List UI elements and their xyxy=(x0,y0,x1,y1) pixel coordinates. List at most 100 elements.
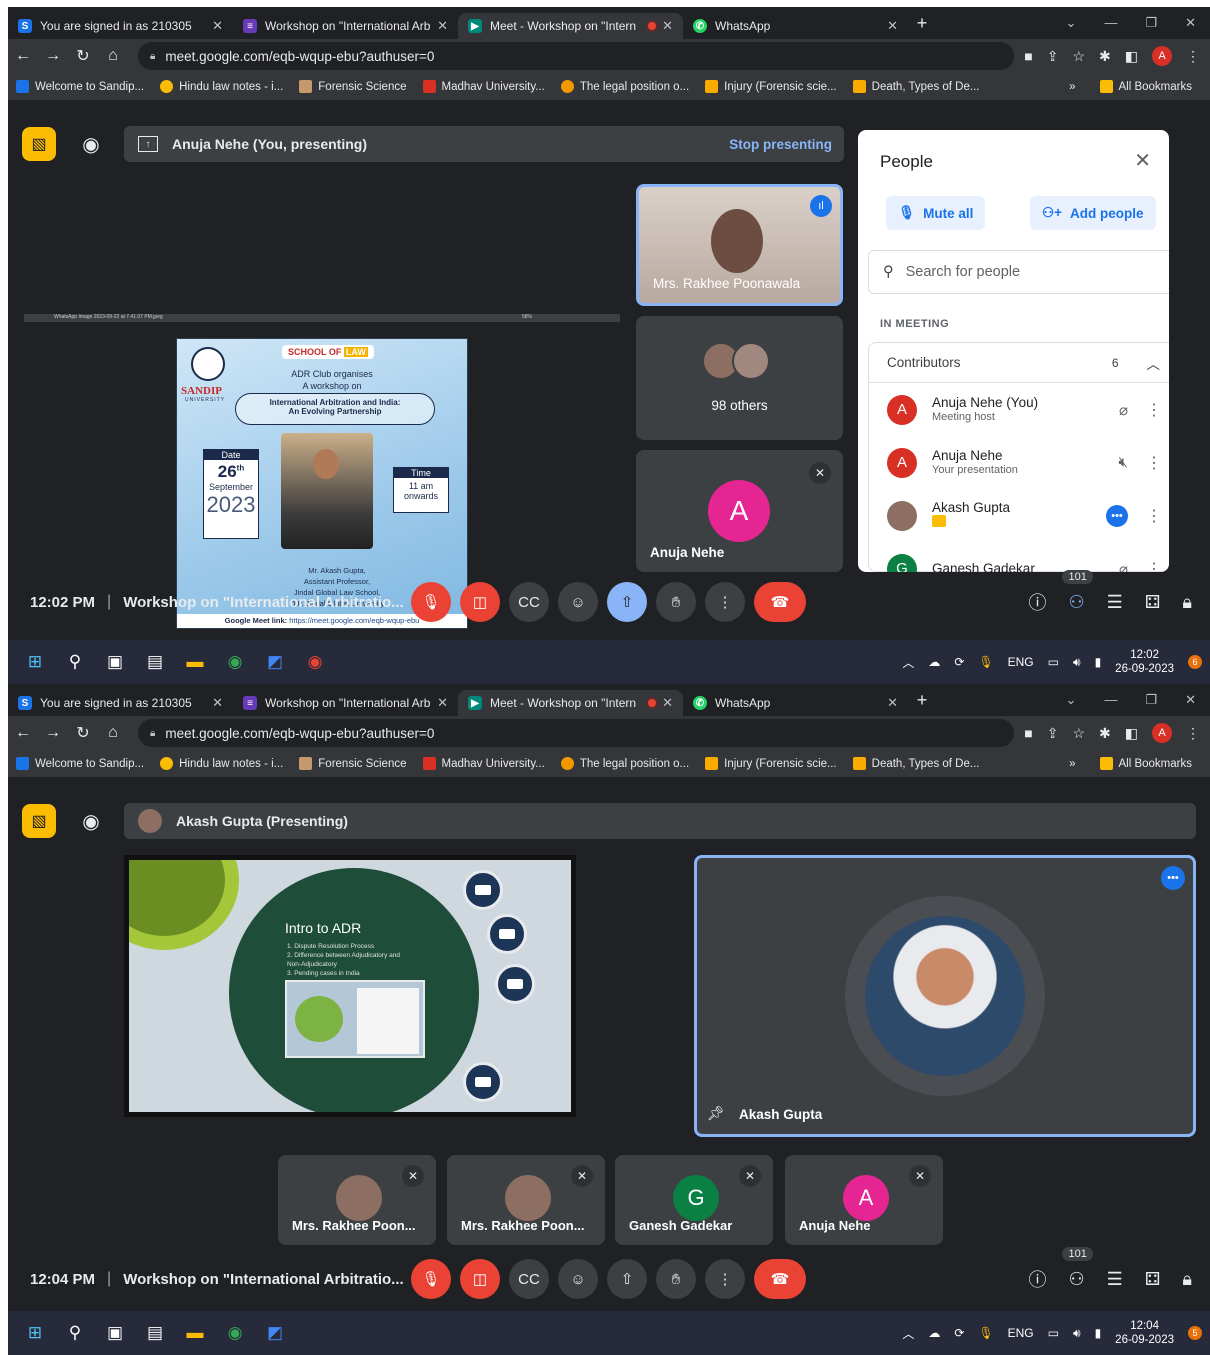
camera-toggle-button[interactable]: ◫ xyxy=(460,582,500,622)
minimize-icon[interactable]: — xyxy=(1104,15,1117,31)
camera-icon[interactable]: ■ xyxy=(1024,48,1032,64)
bookmark-item[interactable]: Injury (Forensic scie... xyxy=(697,80,844,93)
share-icon[interactable]: ⇪ xyxy=(1047,725,1059,742)
network-icon[interactable]: ⟳ xyxy=(954,1326,964,1340)
mic-off-icon[interactable]: ⌀ xyxy=(1119,560,1128,573)
more-options-icon[interactable]: ⋮ xyxy=(1146,559,1162,573)
chrome-icon[interactable]: ◉ xyxy=(222,649,248,675)
participant-row[interactable]: G Ganesh Gadekar ⌀ ⋮ xyxy=(869,542,1169,572)
more-options-button[interactable]: ⋮ xyxy=(705,582,745,622)
browser-tab[interactable]: ✆ WhatsApp ✕ xyxy=(683,690,908,716)
profile-avatar[interactable]: A xyxy=(1152,46,1172,66)
mic-toggle-button[interactable]: 🎙︎ xyxy=(411,1259,451,1299)
close-tab-icon[interactable]: ✕ xyxy=(212,18,223,34)
close-tab-icon[interactable]: ✕ xyxy=(212,695,223,711)
network-icon[interactable]: ⟳ xyxy=(954,655,964,669)
mic-toggle-button[interactable]: 🎙︎ xyxy=(411,582,451,622)
home-icon[interactable]: ⌂ xyxy=(98,47,128,65)
host-controls-icon[interactable]: 🔒︎ xyxy=(1182,592,1192,613)
bookmark-item[interactable]: Madhav University... xyxy=(415,757,553,770)
camera-icon[interactable]: ■ xyxy=(1024,725,1032,741)
task-view-icon[interactable]: ▣ xyxy=(102,1320,128,1346)
more-bookmarks-icon[interactable]: » xyxy=(1069,81,1075,93)
captions-button[interactable]: CC xyxy=(509,582,549,622)
mute-all-button[interactable]: 🎙︎ Mute all xyxy=(886,196,986,230)
close-window-icon[interactable]: ✕ xyxy=(1185,692,1196,708)
url-field[interactable]: 🔒︎ meet.google.com/eqb-wqup-ebu?authuser=… xyxy=(138,719,1015,747)
eye-icon[interactable]: ◉ xyxy=(74,127,108,161)
search-icon[interactable]: ⚲ xyxy=(62,649,88,675)
new-tab-icon[interactable]: + xyxy=(908,13,936,34)
audio-off-icon[interactable]: 🔇︎ xyxy=(1119,454,1128,471)
photos-icon[interactable]: ◩ xyxy=(262,649,288,675)
reload-icon[interactable]: ↻ xyxy=(68,723,98,743)
contributors-header[interactable]: Contributors 6 ︿ xyxy=(869,343,1169,383)
close-tab-icon[interactable]: ✕ xyxy=(662,695,673,711)
people-icon[interactable]: ⚇ 101 xyxy=(1062,1246,1093,1290)
back-icon[interactable]: ← xyxy=(8,724,38,742)
microphone-icon[interactable]: 🎙︎ xyxy=(978,1326,993,1340)
participant-row[interactable]: A Anuja Nehe Your presentation 🔇︎ ⋮ xyxy=(869,436,1169,489)
hide-self-view-icon[interactable]: ▧ xyxy=(22,804,56,838)
reload-icon[interactable]: ↻ xyxy=(68,46,98,66)
microphone-icon[interactable]: 🎙︎ xyxy=(978,655,993,669)
browser-tab[interactable]: S You are signed in as 210305 ✕ xyxy=(8,690,233,716)
participant-row[interactable]: A Anuja Nehe (You) Meeting host ⌀ ⋮ xyxy=(869,383,1169,436)
photos-icon[interactable]: ◩ xyxy=(262,1320,288,1346)
captions-button[interactable]: CC xyxy=(509,1259,549,1299)
all-bookmarks[interactable]: All Bookmarks xyxy=(1092,80,1201,93)
others-tile[interactable]: 98 others xyxy=(636,316,843,440)
browser-tab-active[interactable]: ▶ Meet - Workshop on "Intern ✕ xyxy=(458,13,683,39)
chevron-up-icon[interactable]: ︿ xyxy=(902,654,914,671)
bookmark-item[interactable]: Welcome to Sandip... xyxy=(8,80,152,93)
chevron-up-icon[interactable]: ︿ xyxy=(1147,353,1161,373)
bookmark-item[interactable]: Hindu law notes - i... xyxy=(152,757,291,770)
more-options-button[interactable]: ⋮ xyxy=(705,1259,745,1299)
menu-kebab-icon[interactable]: ⋮ xyxy=(1186,725,1200,742)
sidepanel-icon[interactable]: ◧ xyxy=(1125,48,1138,65)
search-icon[interactable]: ⚲ xyxy=(62,1320,88,1346)
self-tile[interactable]: ✕ A Anuja Nehe xyxy=(636,450,843,572)
participant-tile[interactable]: ✕ Mrs. Rakhee Poon... xyxy=(278,1155,436,1245)
leave-call-button[interactable]: ☎︎ xyxy=(754,1259,806,1299)
clock[interactable]: 12:04 26-09-2023 xyxy=(1115,1319,1174,1347)
participant-tile[interactable]: A ✕ Anuja Nehe xyxy=(785,1155,943,1245)
close-window-icon[interactable]: ✕ xyxy=(1185,15,1196,31)
battery-icon[interactable]: ▮ xyxy=(1095,655,1102,669)
host-controls-icon[interactable]: 🔒︎ xyxy=(1182,1269,1192,1290)
windows-start-icon[interactable]: ⊞ xyxy=(22,1320,48,1346)
browser-tab[interactable]: ✆ WhatsApp ✕ xyxy=(683,13,908,39)
back-icon[interactable]: ← xyxy=(8,47,38,65)
browser-tab[interactable]: ≡ Workshop on "International Arb ✕ xyxy=(233,13,458,39)
sidepanel-icon[interactable]: ◧ xyxy=(1125,725,1138,742)
activities-icon[interactable]: ⚃ xyxy=(1145,1269,1161,1290)
info-icon[interactable]: ⓘ xyxy=(1028,1266,1046,1292)
extensions-icon[interactable]: ✱ xyxy=(1099,725,1111,742)
participant-row[interactable]: Akash Gupta ••• ⋮ xyxy=(869,489,1169,542)
star-icon[interactable]: ☆ xyxy=(1072,725,1085,742)
chrome-profile-icon[interactable]: ◉ xyxy=(302,649,328,675)
store-icon[interactable]: ▤ xyxy=(142,649,168,675)
mic-off-icon[interactable]: ⌀ xyxy=(1119,401,1128,419)
camera-toggle-button[interactable]: ◫ xyxy=(460,1259,500,1299)
task-view-icon[interactable]: ▣ xyxy=(102,649,128,675)
raise-hand-button[interactable]: ✋︎ xyxy=(656,582,696,622)
bookmark-item[interactable]: Injury (Forensic scie... xyxy=(697,757,844,770)
store-icon[interactable]: ▤ xyxy=(142,1320,168,1346)
volume-icon[interactable]: 🔊︎ xyxy=(1073,1326,1081,1341)
clock[interactable]: 12:02 26-09-2023 xyxy=(1115,648,1174,676)
menu-kebab-icon[interactable]: ⋮ xyxy=(1186,48,1200,65)
chrome-icon[interactable]: ◉ xyxy=(222,1320,248,1346)
all-bookmarks[interactable]: All Bookmarks xyxy=(1092,757,1201,770)
close-tab-icon[interactable]: ✕ xyxy=(887,18,898,34)
extensions-icon[interactable]: ✱ xyxy=(1099,48,1111,65)
activities-icon[interactable]: ⚃ xyxy=(1145,592,1161,613)
file-explorer-icon[interactable]: ▬ xyxy=(182,649,208,675)
file-explorer-icon[interactable]: ▬ xyxy=(182,1320,208,1346)
bookmark-item[interactable]: Hindu law notes - i... xyxy=(152,80,291,93)
restore-icon[interactable]: ❐ xyxy=(1145,15,1157,31)
main-speaker-tile[interactable]: ••• 📌︎ Akash Gupta xyxy=(694,855,1196,1137)
star-icon[interactable]: ☆ xyxy=(1072,48,1085,65)
volume-icon[interactable]: 🔊︎ xyxy=(1073,655,1081,670)
present-button[interactable]: ⇧ xyxy=(607,1259,647,1299)
